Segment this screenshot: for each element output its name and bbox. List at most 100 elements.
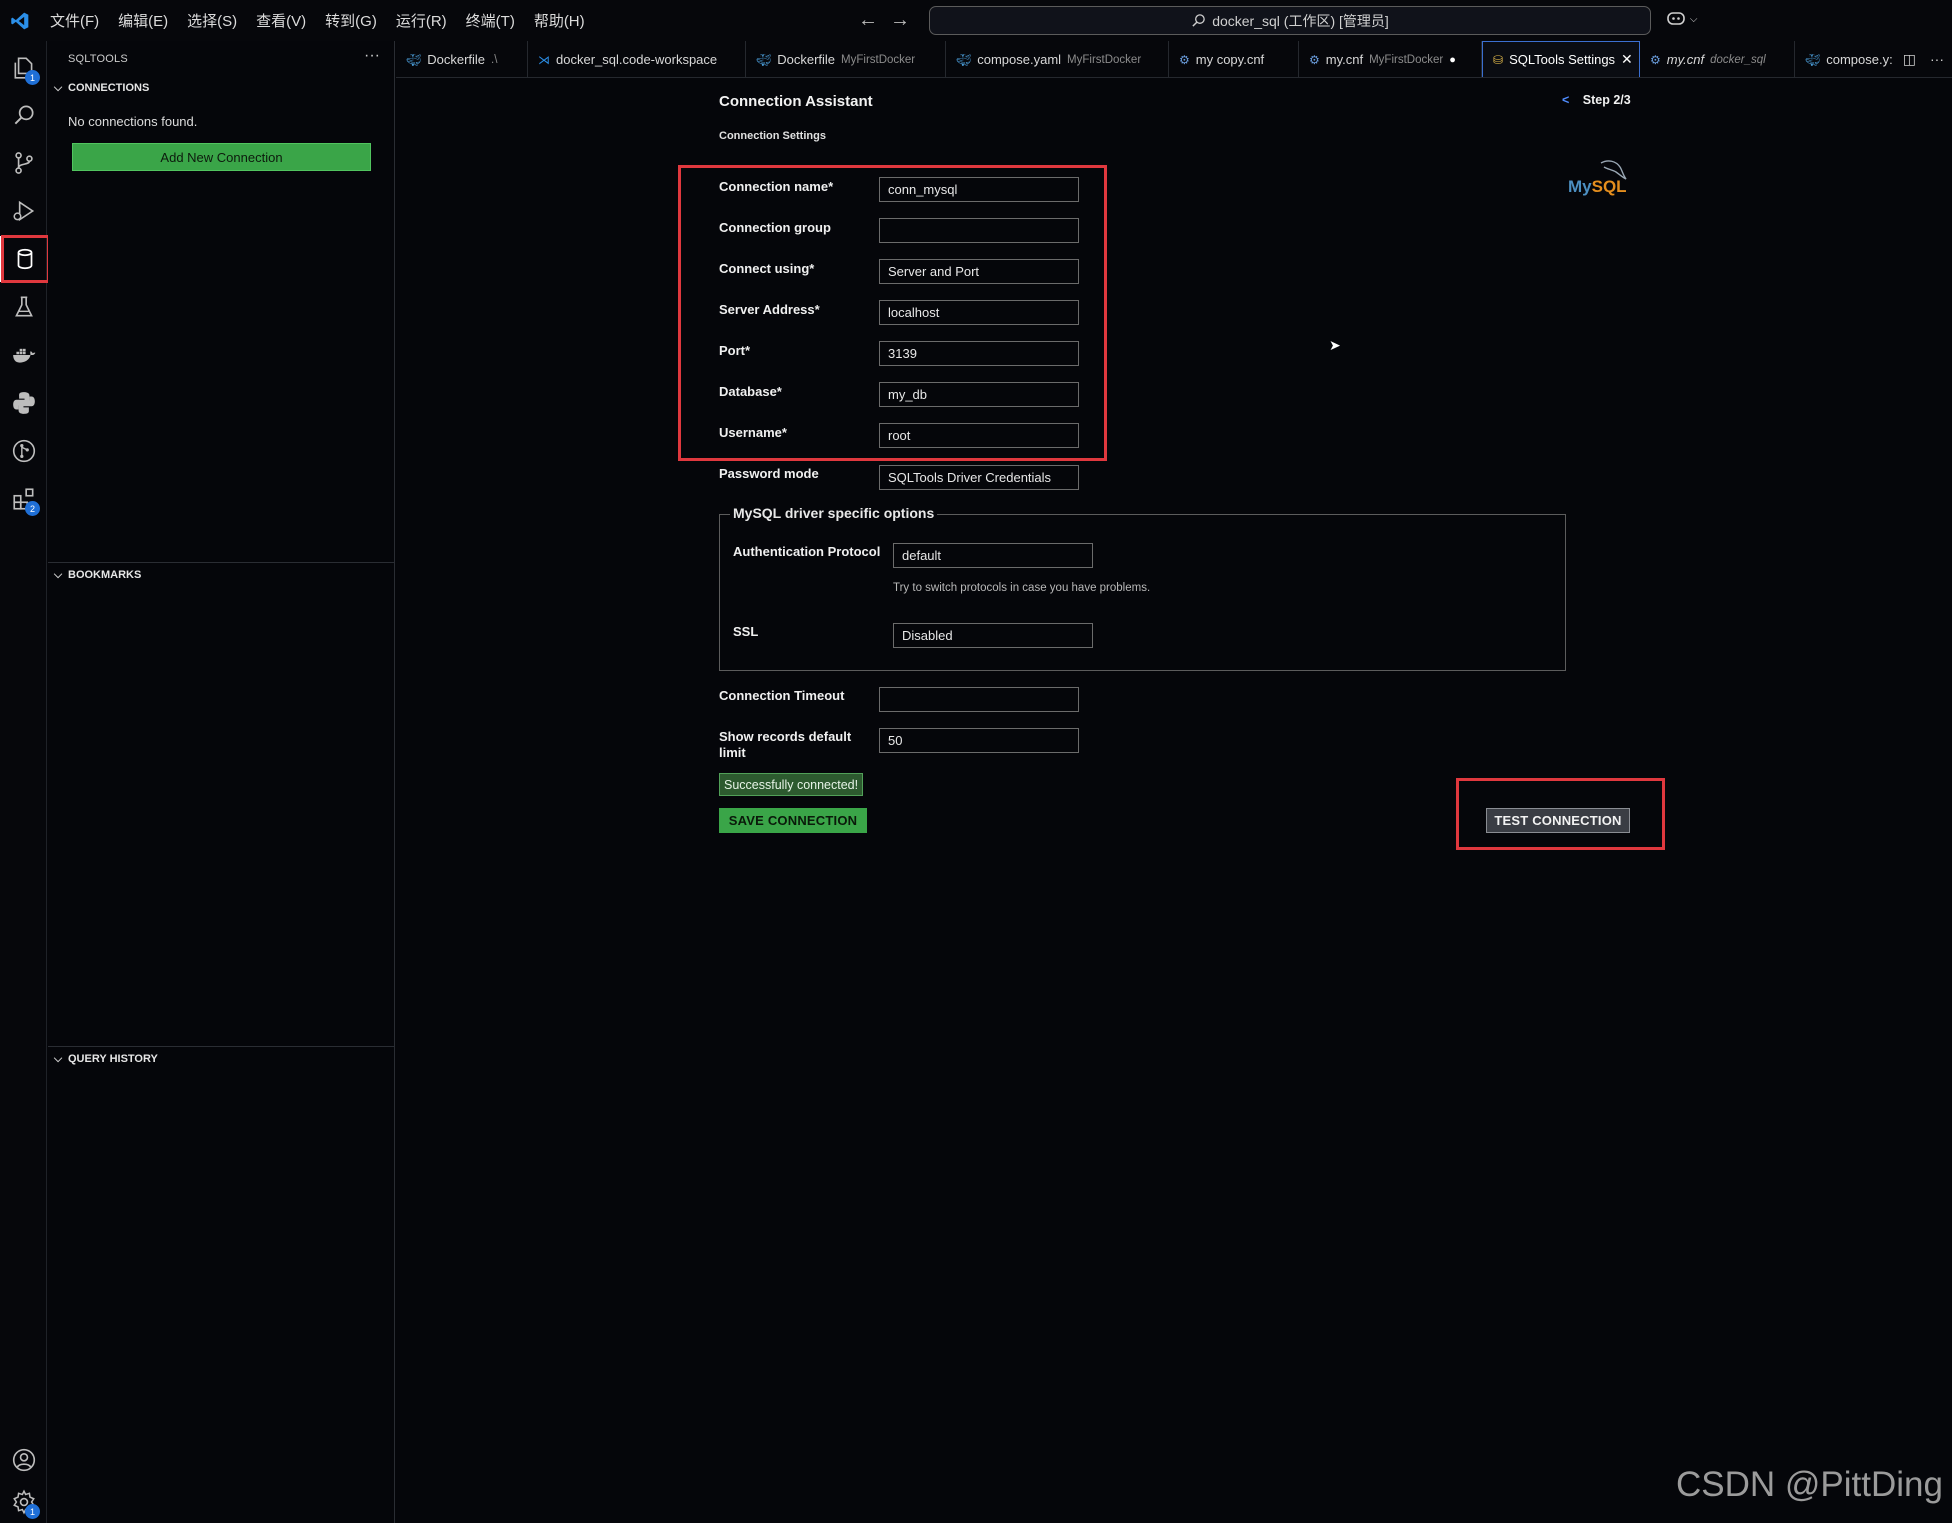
tab-dockerfile-root[interactable]: 🐳︎ Dockerfile .\ (396, 41, 528, 77)
add-new-connection-button[interactable]: Add New Connection (72, 143, 371, 171)
tab-label: Dockerfile (427, 52, 486, 67)
tab-description: MyFirstDocker (1369, 53, 1444, 66)
vscode-icon: ⋊ (538, 52, 550, 67)
explorer-badge: 1 (25, 70, 40, 85)
mysql-logo-my: My (1568, 177, 1592, 196)
run-debug-icon[interactable] (0, 188, 47, 234)
tab-description: .\ (491, 53, 498, 66)
authentication-protocol-label: Authentication Protocol (733, 544, 881, 559)
tab-label: my copy.cnf (1195, 52, 1265, 67)
menu-file[interactable]: 文件(F) (50, 10, 99, 31)
python-icon[interactable] (0, 380, 47, 426)
search-icon (1192, 14, 1205, 27)
sidebar-title: SQLTOOLS (68, 53, 128, 65)
split-editor-icon[interactable]: ◫ (1903, 51, 1916, 68)
menu-bar: 文件(F) 编辑(E) 选择(S) 查看(V) 转到(G) 运行(R) 终端(T… (50, 10, 604, 31)
section-subtitle: Connection Settings (719, 130, 826, 142)
menu-selection[interactable]: 选择(S) (187, 10, 237, 31)
authentication-protocol-select[interactable]: default (893, 543, 1093, 568)
page-title: Connection Assistant (719, 93, 873, 110)
step-back-button[interactable]: < (1562, 93, 1569, 107)
extensions-icon[interactable]: 2 (0, 476, 47, 522)
docker-icon: 🐳︎ (756, 52, 772, 67)
connections-section-header[interactable]: ⌵ CONNECTIONS (48, 77, 395, 99)
bookmarks-section-header[interactable]: ⌵ BOOKMARKS (48, 564, 395, 586)
step-label: Step 2/3 (1582, 93, 1631, 107)
connections-header-label: CONNECTIONS (68, 82, 150, 94)
password-mode-label: Password mode (719, 466, 819, 481)
source-control-icon[interactable] (0, 140, 47, 186)
tab-description: MyFirstDocker (1067, 53, 1142, 66)
menu-run[interactable]: 运行(R) (396, 10, 447, 31)
menu-go[interactable]: 转到(G) (325, 10, 377, 31)
command-center-text: docker_sql (工作区) [管理员] (1212, 12, 1389, 29)
chevron-down-icon: ⌵ (53, 568, 63, 581)
connection-assistant-panel: Connection Assistant Connection Settings… (396, 79, 1952, 1523)
menu-view[interactable]: 查看(V) (256, 10, 306, 31)
unsaved-dot-icon: ● (1449, 53, 1456, 66)
explorer-icon[interactable]: 1 (0, 45, 47, 91)
title-bar: 文件(F) 编辑(E) 选择(S) 查看(V) 转到(G) 运行(R) 终端(T… (0, 0, 1952, 41)
vscode-logo-icon (0, 0, 40, 41)
docker-icon: 🐳︎ (956, 52, 972, 67)
tab-docker-sql-workspace[interactable]: ⋊ docker_sql.code-workspace (528, 41, 746, 77)
tab-compose-yaml[interactable]: 🐳︎ compose.yaml MyFirstDocker (946, 41, 1169, 77)
tab-my-copy-cnf[interactable]: ⚙ my copy.cnf (1169, 41, 1299, 77)
git-graph-icon[interactable] (0, 428, 47, 474)
extensions-badge: 2 (25, 501, 40, 516)
tab-label: SQLTools Settings (1509, 52, 1616, 67)
settings-gear-icon[interactable]: 1 (0, 1479, 47, 1523)
tab-my-cnf-myfirstdocker[interactable]: ⚙ my.cnf MyFirstDocker ● (1299, 41, 1482, 77)
ssl-select[interactable]: Disabled (893, 623, 1093, 648)
authentication-hint: Try to switch protocols in case you have… (893, 582, 1151, 594)
back-arrow-icon[interactable]: ← (858, 8, 878, 32)
forward-arrow-icon[interactable]: → (890, 8, 910, 32)
menu-terminal[interactable]: 终端(T) (466, 10, 515, 31)
testing-flask-icon[interactable] (0, 284, 47, 330)
tab-compose-truncated[interactable]: 🐳︎ compose.y: (1795, 41, 1895, 77)
tab-my-cnf-docker-sql[interactable]: ⚙ my.cnf docker_sql (1640, 41, 1795, 77)
driver-options-legend: MySQL driver specific options (730, 505, 938, 521)
sqltools-sidebar: SQLTOOLS ··· ⌵ CONNECTIONS No connection… (48, 41, 395, 1523)
search-icon[interactable] (0, 92, 47, 138)
tab-description: MyFirstDocker (841, 53, 916, 66)
tab-label: compose.y: (1826, 52, 1893, 67)
docker-icon: 🐳︎ (406, 52, 422, 67)
gear-icon: ⚙ (1309, 52, 1320, 67)
tab-actions: ◫ ··· (1898, 51, 1944, 68)
query-history-section-header[interactable]: ⌵ QUERY HISTORY (48, 1048, 395, 1070)
settings-badge: 1 (25, 1504, 40, 1519)
success-message: Successfully connected! (719, 773, 864, 796)
tab-label: compose.yaml (977, 52, 1062, 67)
tab-sqltools-settings[interactable]: ⛁ SQLTools Settings ✕ (1482, 41, 1640, 77)
menu-help[interactable]: 帮助(H) (534, 10, 585, 31)
close-icon[interactable]: ✕ (1621, 51, 1633, 68)
no-connections-text: No connections found. (68, 114, 198, 129)
docker-icon: 🐳︎ (1805, 52, 1821, 67)
connection-timeout-label: Connection Timeout (719, 688, 845, 703)
tab-label: docker_sql.code-workspace (556, 52, 718, 67)
test-connection-highlight (1456, 778, 1665, 850)
copilot-icon[interactable]: ⌵ (1666, 10, 1697, 29)
chevron-down-icon[interactable]: ⌵ (1690, 14, 1698, 25)
ssl-label: SSL (733, 624, 759, 639)
section-divider (48, 562, 395, 563)
gear-icon: ⚙ (1650, 52, 1661, 67)
tab-label: Dockerfile (777, 52, 836, 67)
chevron-down-icon: ⌵ (53, 81, 63, 94)
docker-icon[interactable] (0, 332, 47, 378)
tab-dockerfile-myfirstdocker[interactable]: 🐳︎ Dockerfile MyFirstDocker (746, 41, 946, 77)
query-history-header-label: QUERY HISTORY (68, 1053, 158, 1065)
password-mode-select[interactable]: SQLTools Driver Credentials (879, 465, 1079, 490)
command-center-search[interactable]: docker_sql (工作区) [管理员] (929, 6, 1651, 35)
more-actions-icon[interactable]: ··· (1930, 51, 1944, 68)
sqltools-icon-highlight (1, 235, 50, 283)
more-actions-icon[interactable]: ··· (364, 47, 380, 65)
gear-icon: ⚙ (1179, 52, 1190, 67)
account-icon[interactable] (0, 1437, 47, 1483)
records-limit-input[interactable]: 50 (879, 728, 1079, 753)
tab-description: docker_sql (1710, 53, 1766, 66)
connection-timeout-input[interactable] (879, 687, 1079, 712)
menu-edit[interactable]: 编辑(E) (118, 10, 168, 31)
save-connection-button[interactable]: SAVE CONNECTION (719, 808, 867, 833)
